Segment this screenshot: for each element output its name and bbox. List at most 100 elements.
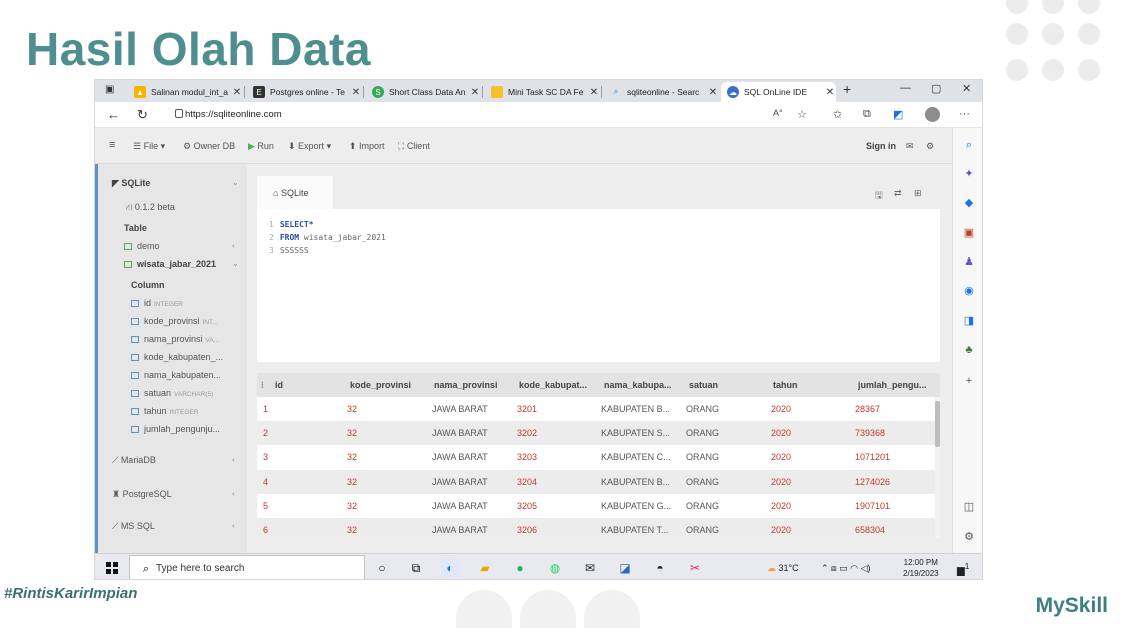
sqlite-section[interactable]: ◤ SQLite — [112, 178, 150, 189]
table-cell[interactable]: KABUPATEN B... — [601, 404, 681, 414]
editor-tab-sqlite[interactable]: ⌂ SQLite — [257, 176, 333, 209]
column-header[interactable]: satuan — [689, 380, 769, 390]
table-cell[interactable]: JAWA BARAT — [432, 501, 512, 511]
table-cell[interactable]: 5 — [263, 501, 343, 511]
table-cell[interactable]: 2020 — [771, 404, 851, 414]
postgresql-section[interactable]: ♜ PostgreSQL — [112, 489, 172, 500]
code-line[interactable]: 3 SSSSSS — [269, 246, 309, 255]
table-cell[interactable]: 1 — [263, 404, 343, 414]
table-cell[interactable]: 3206 — [517, 525, 597, 535]
table-cell[interactable]: 2 — [263, 428, 343, 438]
run-button[interactable]: ▶ Run — [248, 141, 274, 152]
back-icon[interactable]: ← — [107, 107, 120, 122]
table-row[interactable]: 5 32 JAWA BARAT 3205 KABUPATEN G... ORANG 2020… — [257, 493, 935, 518]
add-icon[interactable]: ⊞ — [914, 188, 922, 199]
panel-icon[interactable]: ◫ — [962, 500, 976, 514]
tag-icon[interactable]: ◆ — [962, 196, 976, 210]
table-cell[interactable]: 32 — [347, 525, 427, 535]
mail-icon[interactable]: ✉ — [906, 141, 914, 152]
table-row[interactable]: 4 32 JAWA BARAT 3204 KABUPATEN B... ORANG 2020… — [257, 469, 935, 494]
chevron-left-icon[interactable]: ‹ — [232, 521, 235, 530]
table-cell[interactable]: 6 — [263, 525, 343, 535]
table-cell[interactable]: KABUPATEN B... — [601, 477, 681, 487]
table-cell[interactable]: 3201 — [517, 404, 597, 414]
table-cell[interactable]: JAWA BARAT — [432, 404, 512, 414]
table-cell[interactable]: 2020 — [771, 525, 851, 535]
favorites-icon[interactable]: ✩ — [833, 108, 842, 121]
column-item[interactable]: nama_kabupaten... — [131, 370, 221, 380]
table-row[interactable]: 2 32 JAWA BARAT 3202 KABUPATEN S... ORANG 2020… — [257, 421, 935, 446]
close-icon[interactable]: ✕ — [469, 87, 481, 98]
table-cell[interactable]: ORANG — [686, 501, 766, 511]
browser-tab[interactable]: E Postgres online - Te ✕ — [247, 82, 362, 102]
row-menu-icon[interactable]: ⁝ — [261, 380, 264, 391]
table-cell[interactable]: 2020 — [771, 501, 851, 511]
table-cell[interactable]: 1071201 — [855, 452, 935, 462]
clock[interactable]: 12:00 PM 2/19/2023 — [903, 557, 939, 579]
table-cell[interactable]: KABUPATEN T... — [601, 525, 681, 535]
column-item[interactable]: tahun INTEGER — [131, 406, 198, 416]
table-cell[interactable]: 32 — [347, 452, 427, 462]
table-cell[interactable]: JAWA BARAT — [432, 452, 512, 462]
table-cell[interactable]: KABUPATEN C... — [601, 452, 681, 462]
table-cell[interactable]: 2020 — [771, 428, 851, 438]
favorite-add-icon[interactable]: ☆ — [797, 108, 807, 121]
notification-icon[interactable]: ▆1 — [957, 561, 969, 576]
close-icon[interactable]: ✕ — [588, 87, 600, 98]
table-row[interactable]: 3 32 JAWA BARAT 3203 KABUPATEN C... ORANG 2020… — [257, 445, 935, 470]
table-row[interactable]: 1 32 JAWA BARAT 3201 KABUPATEN B... ORANG 2020… — [257, 397, 935, 421]
table-cell[interactable]: 3 — [263, 452, 343, 462]
table-cell[interactable]: 1907101 — [855, 501, 935, 511]
chevron-left-icon[interactable]: ‹ — [232, 241, 235, 250]
taskbar-search-input[interactable]: Type here to search — [129, 555, 365, 579]
mail-icon[interactable]: ✉ — [581, 559, 599, 577]
chevron-down-icon[interactable]: ⌄ — [232, 178, 239, 187]
column-header[interactable]: tahun — [773, 380, 853, 390]
table-cell[interactable]: ORANG — [686, 477, 766, 487]
browser-tab[interactable]: S Short Class Data An ✕ — [366, 82, 481, 102]
cortana-icon[interactable]: ○ — [373, 559, 391, 577]
table-cell[interactable]: ORANG — [686, 404, 766, 414]
save-icon[interactable]: 🖫 — [875, 188, 883, 204]
column-item[interactable]: kode_provinsi INT... — [131, 316, 218, 326]
close-icon[interactable]: ✕ — [707, 87, 719, 98]
close-window-icon[interactable]: ✕ — [962, 82, 971, 95]
table-cell[interactable]: 1274026 — [855, 477, 935, 487]
window-menu-icon[interactable]: ▣ — [105, 84, 114, 95]
edge-icon[interactable]: ◐ — [441, 559, 459, 577]
whatsapp-icon[interactable]: ◍ — [546, 559, 564, 577]
settings-icon[interactable]: ⚙ — [926, 141, 934, 152]
column-header[interactable]: kode_provinsi — [350, 380, 430, 390]
menu-icon[interactable]: ≡ — [109, 139, 115, 151]
mariadb-section[interactable]: ⟋ MariaDB — [112, 455, 156, 466]
column-header[interactable]: kode_kabupat... — [519, 380, 599, 390]
column-item[interactable]: jumlah_pengunju... — [131, 424, 220, 434]
table-cell[interactable]: 658304 — [855, 525, 935, 535]
tree-icon[interactable]: ♣ — [962, 343, 976, 357]
table-cell[interactable]: 3203 — [517, 452, 597, 462]
table-cell[interactable]: 32 — [347, 477, 427, 487]
chevron-down-icon[interactable]: ⌄ — [232, 259, 239, 268]
column-item[interactable]: id INTEGER — [131, 298, 183, 308]
column-header[interactable]: nama_kabupa... — [604, 380, 684, 390]
new-tab-icon[interactable]: + — [843, 81, 851, 97]
extension-icon[interactable]: ◩ — [893, 108, 903, 121]
column-item[interactable]: nama_provinsi VA... — [131, 334, 219, 344]
maximize-icon[interactable]: ▢ — [931, 82, 941, 95]
settings-icon[interactable]: ⚙ — [962, 530, 976, 544]
table-cell[interactable]: 739368 — [855, 428, 935, 438]
sign-in-link[interactable]: Sign in — [866, 141, 896, 151]
table-cell[interactable]: 3204 — [517, 477, 597, 487]
table-cell[interactable]: KABUPATEN G... — [601, 501, 681, 511]
minimize-icon[interactable]: — — [900, 82, 911, 94]
owner-db-button[interactable]: ⚙ Owner DB — [183, 141, 235, 152]
table-cell[interactable]: 32 — [347, 404, 427, 414]
client-button[interactable]: ⛶ Client — [398, 141, 430, 152]
chevron-left-icon[interactable]: ‹ — [232, 489, 235, 498]
export-menu[interactable]: ⬇ Export ▾ — [288, 141, 331, 152]
more-icon[interactable]: ··· — [959, 108, 970, 120]
file-menu[interactable]: ☰ File ▾ — [133, 141, 165, 152]
refresh-icon[interactable]: ↻ — [137, 107, 148, 123]
table-cell[interactable]: JAWA BARAT — [432, 477, 512, 487]
table-cell[interactable]: JAWA BARAT — [432, 428, 512, 438]
